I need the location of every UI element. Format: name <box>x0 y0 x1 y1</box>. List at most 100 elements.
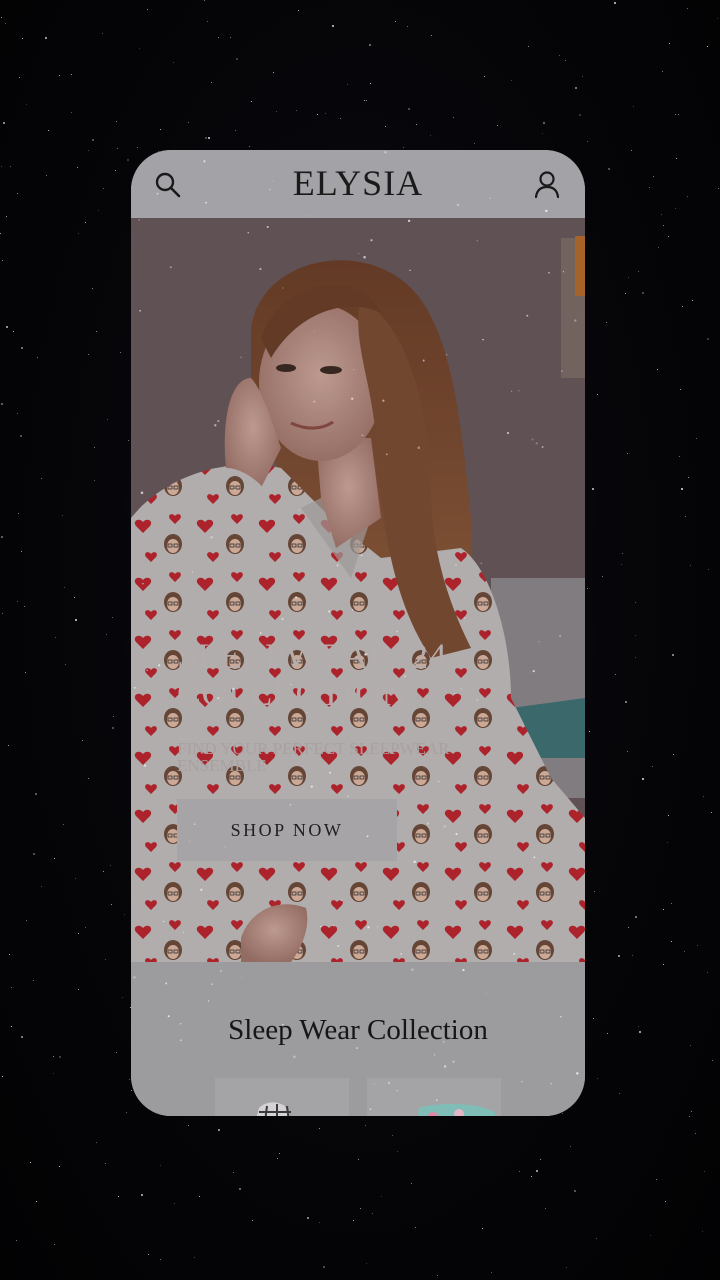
star <box>692 300 693 301</box>
star <box>631 150 632 151</box>
star <box>30 1162 31 1163</box>
star <box>94 480 95 481</box>
star <box>194 1257 195 1258</box>
star <box>642 778 644 780</box>
star <box>21 551 22 552</box>
star <box>690 565 691 566</box>
star <box>596 1238 597 1239</box>
star <box>718 188 719 189</box>
star <box>199 1196 200 1197</box>
star <box>673 754 674 755</box>
star <box>103 188 104 189</box>
star <box>575 87 577 89</box>
product-card-plaid[interactable] <box>215 1078 349 1116</box>
star <box>453 117 454 118</box>
star <box>174 1203 175 1204</box>
star <box>565 60 566 61</box>
hero-title-line-1: SLEEPWEAR '24 <box>177 636 447 676</box>
star <box>8 745 9 746</box>
star <box>392 1135 393 1136</box>
star <box>88 150 89 151</box>
star <box>45 37 47 39</box>
star <box>41 886 42 887</box>
user-icon[interactable] <box>531 168 563 200</box>
star <box>415 1227 416 1228</box>
collection-title: Sleep Wear Collection <box>228 1014 488 1046</box>
star <box>5 23 6 24</box>
star <box>33 980 34 981</box>
star <box>16 1240 17 1241</box>
star <box>519 1171 520 1172</box>
star <box>78 233 79 234</box>
star <box>625 701 627 703</box>
star <box>19 77 20 78</box>
product-card-floral[interactable] <box>367 1078 501 1116</box>
star <box>251 101 252 102</box>
collection-section: Sleep Wear Collection <box>131 962 585 1116</box>
star <box>115 170 116 171</box>
star <box>53 1056 54 1057</box>
star <box>691 1111 692 1112</box>
star <box>55 637 56 638</box>
star <box>319 1128 320 1129</box>
star <box>160 1259 161 1260</box>
star <box>661 214 662 215</box>
star <box>703 796 704 797</box>
star <box>625 293 626 294</box>
star <box>540 1159 541 1160</box>
star <box>332 25 334 27</box>
star <box>662 71 663 72</box>
star <box>676 158 677 159</box>
shop-now-button[interactable]: SHOP NOW <box>177 799 397 861</box>
star <box>75 878 76 879</box>
star <box>85 927 86 928</box>
star <box>668 815 669 816</box>
star <box>298 10 299 11</box>
star <box>105 1163 106 1164</box>
star <box>696 438 697 439</box>
star <box>416 124 417 125</box>
star <box>106 634 107 635</box>
star <box>59 1166 60 1167</box>
star <box>663 964 664 965</box>
star <box>63 824 64 825</box>
star <box>137 147 138 148</box>
star <box>689 1116 690 1117</box>
star <box>491 1272 492 1273</box>
star <box>124 914 125 915</box>
star <box>671 941 672 942</box>
star <box>649 187 650 188</box>
star <box>2 260 3 261</box>
star <box>347 84 348 85</box>
star <box>276 111 277 112</box>
star <box>21 1036 23 1038</box>
star <box>688 477 689 478</box>
star <box>54 858 55 859</box>
star <box>587 588 588 589</box>
star <box>697 945 698 946</box>
star <box>252 1220 253 1221</box>
star <box>296 110 297 111</box>
star <box>235 130 236 131</box>
star <box>127 159 129 161</box>
star <box>656 1179 657 1180</box>
star <box>340 118 341 119</box>
star <box>208 137 210 139</box>
star <box>218 1129 220 1131</box>
star <box>92 139 94 141</box>
star <box>531 1176 532 1177</box>
star <box>372 1213 373 1214</box>
star <box>10 166 11 167</box>
star <box>702 1231 703 1232</box>
brand-logo[interactable]: ELYSIA <box>131 162 585 204</box>
star <box>173 62 174 63</box>
star <box>679 456 680 457</box>
star <box>707 972 708 973</box>
star <box>430 135 431 136</box>
star <box>1 17 2 18</box>
star <box>407 26 408 27</box>
star <box>102 33 103 34</box>
star <box>370 83 371 84</box>
star <box>650 1235 651 1236</box>
star <box>653 176 654 177</box>
